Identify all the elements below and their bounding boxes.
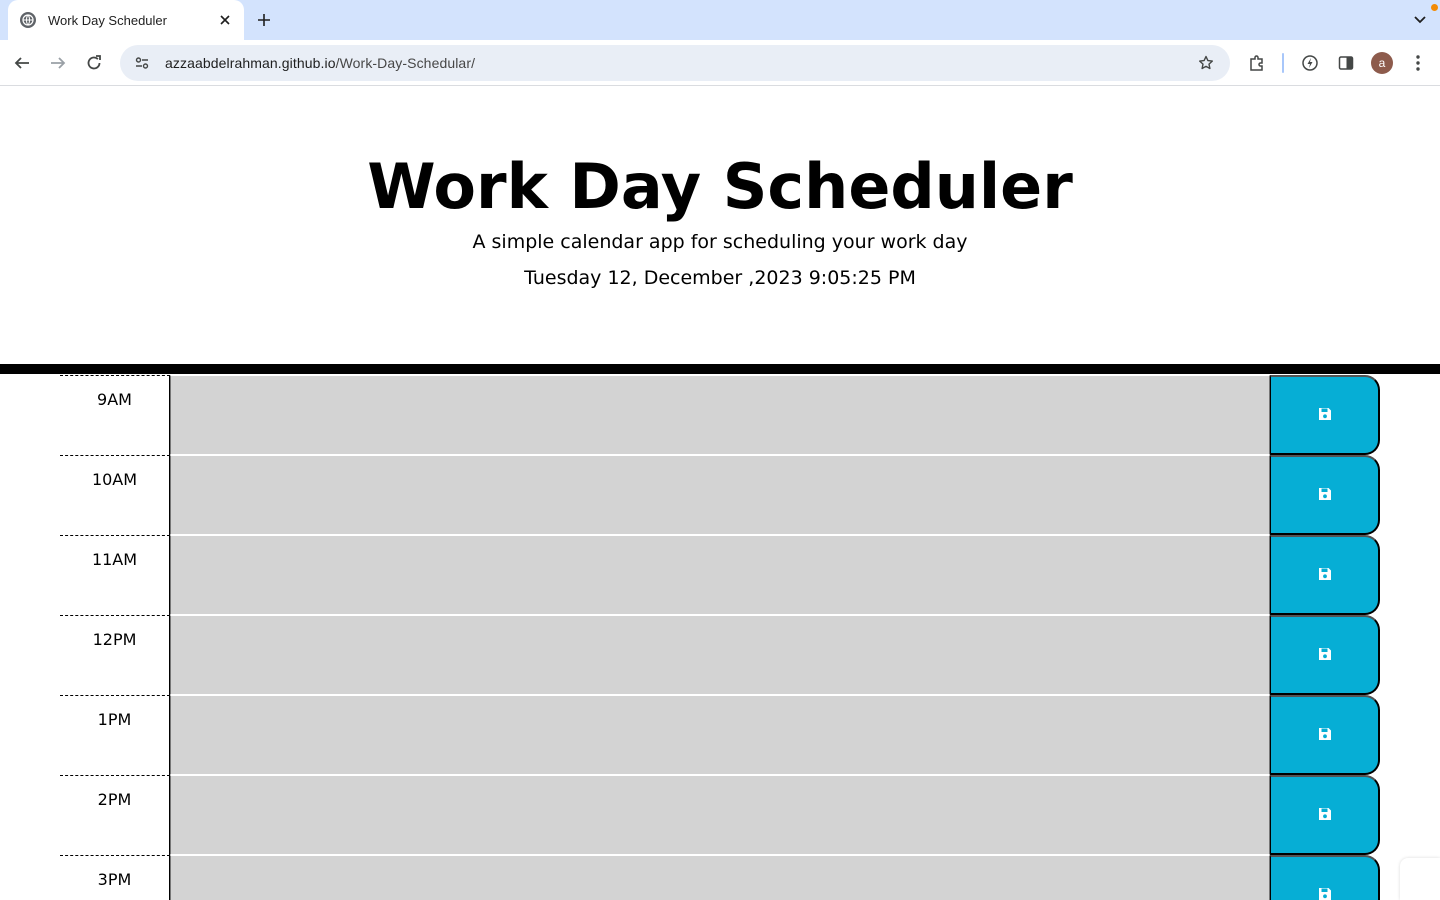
event-textarea[interactable] xyxy=(170,455,1270,535)
chevron-down-icon[interactable] xyxy=(1408,8,1432,32)
performance-icon[interactable] xyxy=(1298,51,1322,75)
site-settings-icon[interactable] xyxy=(128,49,156,77)
time-block-10am: 10AM xyxy=(60,455,1380,535)
save-icon xyxy=(1318,807,1332,824)
save-icon xyxy=(1318,647,1332,664)
event-textarea[interactable] xyxy=(170,695,1270,775)
hour-label: 9AM xyxy=(60,375,170,455)
event-textarea[interactable] xyxy=(170,855,1270,900)
browser-tab-bar: Work Day Scheduler xyxy=(0,0,1440,40)
time-block-11am: 11AM xyxy=(60,535,1380,615)
time-block-1pm: 1PM xyxy=(60,695,1380,775)
event-textarea[interactable] xyxy=(170,535,1270,615)
save-icon xyxy=(1318,407,1332,424)
header-divider xyxy=(0,364,1440,374)
tab-title: Work Day Scheduler xyxy=(48,12,167,28)
save-button[interactable] xyxy=(1270,375,1380,455)
hour-label: 1PM xyxy=(60,695,170,775)
reload-icon[interactable] xyxy=(80,49,108,77)
hour-label: 3PM xyxy=(60,855,170,900)
globe-icon xyxy=(20,12,36,28)
save-button[interactable] xyxy=(1270,455,1380,535)
save-button[interactable] xyxy=(1270,855,1380,900)
hour-label: 2PM xyxy=(60,775,170,855)
hour-label: 12PM xyxy=(60,615,170,695)
forward-arrow-icon[interactable] xyxy=(44,49,72,77)
url-host: azzaabdelrahman.github.io xyxy=(165,55,336,71)
close-icon[interactable] xyxy=(216,11,234,29)
hour-label: 10AM xyxy=(60,455,170,535)
save-button[interactable] xyxy=(1270,615,1380,695)
time-block-12pm: 12PM xyxy=(60,615,1380,695)
event-textarea[interactable] xyxy=(170,775,1270,855)
save-button[interactable] xyxy=(1270,775,1380,855)
schedule-container: 9AM 10AM 11AM 12PM 1PM 2PM 3PM xyxy=(60,375,1380,900)
save-button[interactable] xyxy=(1270,695,1380,775)
hour-label: 11AM xyxy=(60,535,170,615)
time-block-3pm: 3PM xyxy=(60,855,1380,900)
page-title: Work Day Scheduler xyxy=(367,150,1073,223)
floating-widget xyxy=(1400,858,1440,900)
save-icon xyxy=(1318,887,1332,900)
url-text: azzaabdelrahman.github.io/Work-Day-Sched… xyxy=(165,55,475,71)
notification-dot xyxy=(1431,4,1438,11)
address-bar[interactable]: azzaabdelrahman.github.io/Work-Day-Sched… xyxy=(120,45,1230,81)
more-vert-icon[interactable] xyxy=(1406,51,1430,75)
time-block-9am: 9AM xyxy=(60,375,1380,455)
save-icon xyxy=(1318,487,1332,504)
side-panel-icon[interactable] xyxy=(1334,51,1358,75)
star-icon[interactable] xyxy=(1194,51,1218,75)
save-icon xyxy=(1318,567,1332,584)
extensions-icon[interactable] xyxy=(1245,51,1269,75)
save-button[interactable] xyxy=(1270,535,1380,615)
current-date-time: Tuesday 12, December ,2023 9:05:25 PM xyxy=(524,267,916,289)
back-arrow-icon[interactable] xyxy=(8,49,36,77)
browser-toolbar: azzaabdelrahman.github.io/Work-Day-Sched… xyxy=(0,40,1440,86)
page-subtitle: A simple calendar app for scheduling you… xyxy=(472,231,968,253)
toolbar-separator xyxy=(1282,53,1284,73)
page-header: Work Day Scheduler A simple calendar app… xyxy=(0,87,1440,364)
profile-avatar[interactable]: a xyxy=(1371,52,1393,74)
url-path: /Work-Day-Schedular/ xyxy=(335,55,476,71)
time-block-2pm: 2PM xyxy=(60,775,1380,855)
event-textarea[interactable] xyxy=(170,375,1270,455)
plus-icon[interactable] xyxy=(252,8,276,32)
save-icon xyxy=(1318,727,1332,744)
event-textarea[interactable] xyxy=(170,615,1270,695)
browser-tab[interactable]: Work Day Scheduler xyxy=(8,0,244,40)
